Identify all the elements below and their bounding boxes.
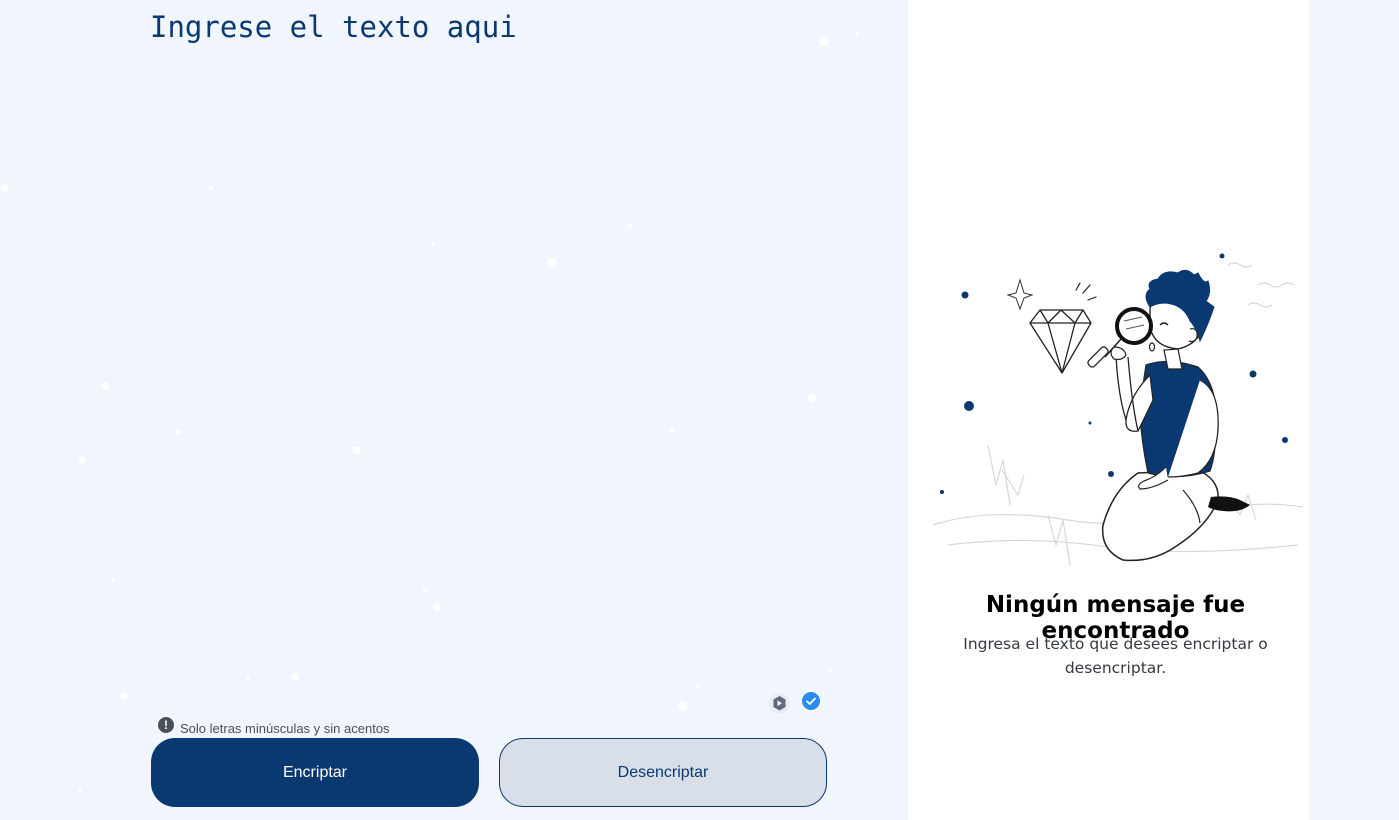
checkmark-badge-icon[interactable] (800, 690, 822, 712)
output-panel: Ningún mensaje fue encontrado Ingresa el… (908, 0, 1309, 820)
exclamation-circle-icon: ! (158, 717, 174, 733)
hint-text: Solo letras minúsculas y sin acentos (180, 720, 390, 736)
input-hint: ! Solo letras minúsculas y sin acentos (158, 717, 390, 736)
extension-hexagon-icon[interactable] (769, 693, 790, 714)
text-input[interactable] (150, 10, 830, 670)
searching-person-illustration (932, 253, 1304, 566)
page: ! Solo letras minúsculas y sin acentos E… (0, 0, 1399, 820)
encrypt-button[interactable]: Encriptar (151, 738, 479, 807)
decrypt-button[interactable]: Desencriptar (499, 738, 827, 807)
panel-message: Ingresa el texto que desees encriptar o … (963, 635, 1268, 677)
